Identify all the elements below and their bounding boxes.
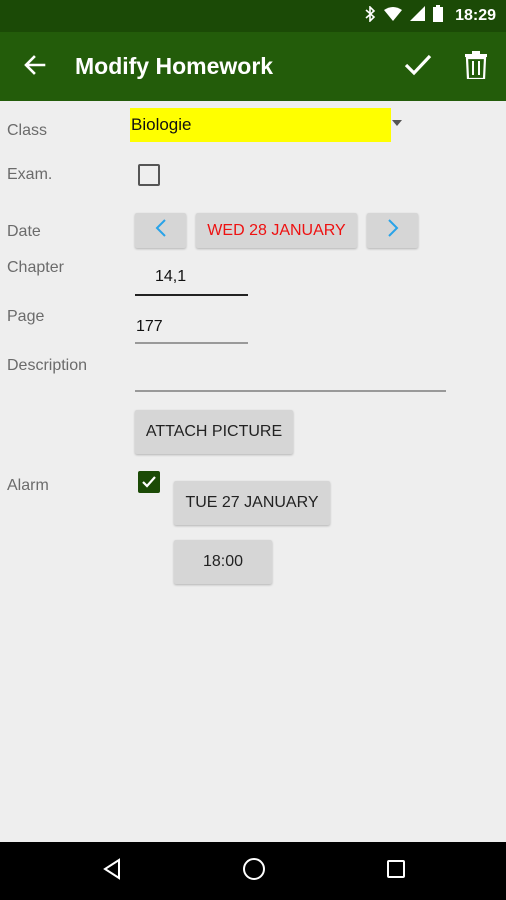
class-value: Biologie [131, 115, 192, 134]
status-icons: 18:29 [364, 0, 496, 32]
arrow-left-icon [23, 53, 47, 82]
bluetooth-icon [364, 4, 376, 27]
attach-picture-button[interactable]: ATTACH PICTURE [135, 410, 293, 454]
class-label: Class [7, 122, 48, 139]
description-input[interactable] [135, 366, 446, 392]
back-button[interactable] [16, 48, 54, 86]
wifi-icon [384, 6, 403, 26]
alarm-date-button[interactable]: TUE 27 JANUARY [174, 481, 330, 525]
alarm-time-button[interactable]: 18:00 [174, 540, 272, 584]
chevron-right-icon [387, 218, 399, 243]
alarm-label: Alarm [7, 477, 49, 494]
page-label: Page [7, 308, 45, 325]
trash-icon [464, 50, 488, 84]
check-icon [404, 53, 432, 82]
nav-back-button[interactable] [97, 856, 127, 886]
delete-button[interactable] [458, 47, 494, 87]
class-select[interactable]: Biologie [130, 108, 391, 142]
dropdown-arrow-icon[interactable] [392, 120, 402, 126]
chevron-left-icon [155, 218, 167, 243]
status-bar: 18:29 [0, 0, 506, 32]
app-bar: Modify Homework [0, 32, 506, 101]
recents-square-icon [385, 858, 407, 885]
date-label: Date [7, 223, 41, 240]
navigation-bar [0, 842, 506, 900]
page-title: Modify Homework [75, 53, 274, 79]
status-time: 18:29 [455, 7, 496, 24]
chapter-label: Chapter [7, 259, 64, 276]
nav-recents-button[interactable] [381, 856, 411, 886]
home-circle-icon [242, 857, 266, 886]
save-button[interactable] [398, 47, 438, 87]
next-date-button[interactable] [367, 213, 418, 248]
exam-checkbox[interactable] [138, 164, 160, 186]
back-triangle-icon [101, 857, 123, 885]
chapter-input[interactable]: 14,1 [135, 268, 248, 296]
signal-icon [410, 6, 426, 26]
page-input[interactable]: 177 [135, 318, 248, 344]
exam-label: Exam. [7, 166, 53, 183]
check-icon [142, 476, 156, 488]
nav-home-button[interactable] [239, 856, 269, 886]
battery-icon [433, 5, 444, 27]
previous-date-button[interactable] [135, 213, 186, 248]
description-label: Description [7, 357, 88, 374]
date-button[interactable]: WED 28 JANUARY [196, 213, 357, 248]
alarm-checkbox[interactable] [138, 471, 160, 493]
